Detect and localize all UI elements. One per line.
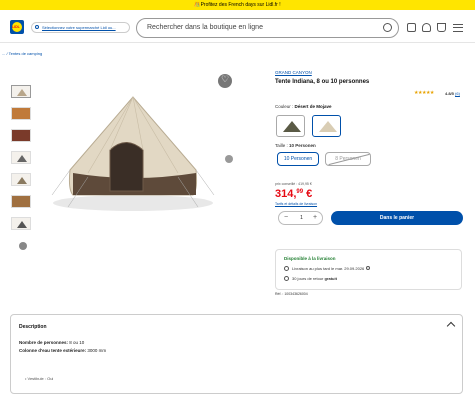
rating-stars: ★★★★★ — [414, 90, 434, 96]
thumbnail[interactable] — [11, 151, 31, 164]
price: 314,99 € — [275, 188, 313, 200]
shipping-details-link[interactable]: Tarifs et détails de livraison — [275, 202, 317, 206]
spec-water-column: Colonne d'eau tente extérieure: 3000 mm — [19, 348, 107, 353]
availability-title: Disponible à la livraison — [284, 256, 336, 261]
lidl-logo[interactable]: LIDL — [10, 20, 24, 34]
return-text: 30 jours de retour gratuit — [292, 276, 337, 281]
user-icon[interactable] — [422, 23, 431, 32]
availability-box: Disponible à la livraison Livraison au p… — [275, 249, 462, 290]
color-swatch-mojave[interactable] — [312, 115, 341, 137]
description-heading[interactable]: Description — [19, 324, 47, 330]
store-selector[interactable]: Sélectionnez votre supermarché Lidl ou..… — [31, 22, 130, 33]
gallery-next-icon[interactable] — [225, 155, 233, 163]
color-swatch-olive[interactable] — [276, 115, 305, 137]
delivery-text: Livraison au plus tard le mar. 29.09.202… — [292, 266, 371, 271]
spec-people: Nombre de personnes: 8 ou 10 — [19, 340, 85, 345]
cart-icon[interactable] — [437, 23, 446, 32]
quantity-stepper: − 1 + — [278, 211, 323, 225]
thumbnail[interactable] — [11, 173, 31, 186]
quantity-value[interactable]: 1 — [294, 212, 309, 224]
thumbnail[interactable] — [11, 85, 31, 98]
product-reference: Réf. : 100343626004 — [275, 292, 308, 296]
thumbnail[interactable] — [11, 217, 31, 230]
brand-link[interactable]: GRAND CANYON — [275, 70, 312, 75]
add-to-cart-button[interactable]: Dans le panier — [331, 211, 463, 225]
color-label: Couleur : Désert de Mojave — [275, 104, 332, 109]
site-header: LIDL Sélectionnez votre supermarché Lidl… — [0, 10, 475, 43]
delivery-truck-icon — [284, 266, 289, 271]
promo-banner[interactable]: 🎊Profitez des French days sur Lidl.fr ! — [0, 0, 475, 10]
menu-icon[interactable] — [453, 24, 463, 32]
thumbnail[interactable] — [11, 129, 31, 142]
product-image-tent — [51, 96, 215, 211]
quantity-minus-button[interactable]: − — [281, 212, 291, 224]
info-icon[interactable] — [366, 266, 371, 270]
rating-summary[interactable]: 4.8/5 (6) — [445, 91, 460, 96]
recommended-price: prix conseillé : 419,95 € — [275, 182, 312, 186]
thumbnail[interactable] — [11, 107, 31, 120]
spec-more: • Vestibule : Oui — [25, 376, 54, 381]
flyer-icon[interactable] — [407, 23, 416, 32]
description-panel: Description Nombre de personnes: 8 ou 10… — [10, 314, 463, 394]
thumbnail[interactable] — [11, 195, 31, 208]
wishlist-heart-icon[interactable] — [218, 74, 232, 88]
quantity-plus-button[interactable]: + — [310, 212, 320, 224]
chevron-up-icon[interactable] — [446, 321, 456, 331]
breadcrumb[interactable]: ... / Tentes de camping — [2, 51, 42, 56]
product-title: Tente Indiana, 8 ou 10 personnes — [275, 79, 370, 85]
search-icon[interactable] — [383, 23, 392, 32]
size-label: Taille : 10 Personen — [275, 143, 316, 148]
size-option-8[interactable]: 8 Personen — [325, 152, 371, 166]
return-icon — [284, 276, 289, 281]
search-input[interactable]: Rechercher dans la boutique en ligne — [136, 18, 399, 38]
size-option-10[interactable]: 10 Personen — [277, 152, 319, 166]
thumbnails-down-icon[interactable] — [19, 242, 27, 250]
location-icon — [35, 25, 39, 29]
